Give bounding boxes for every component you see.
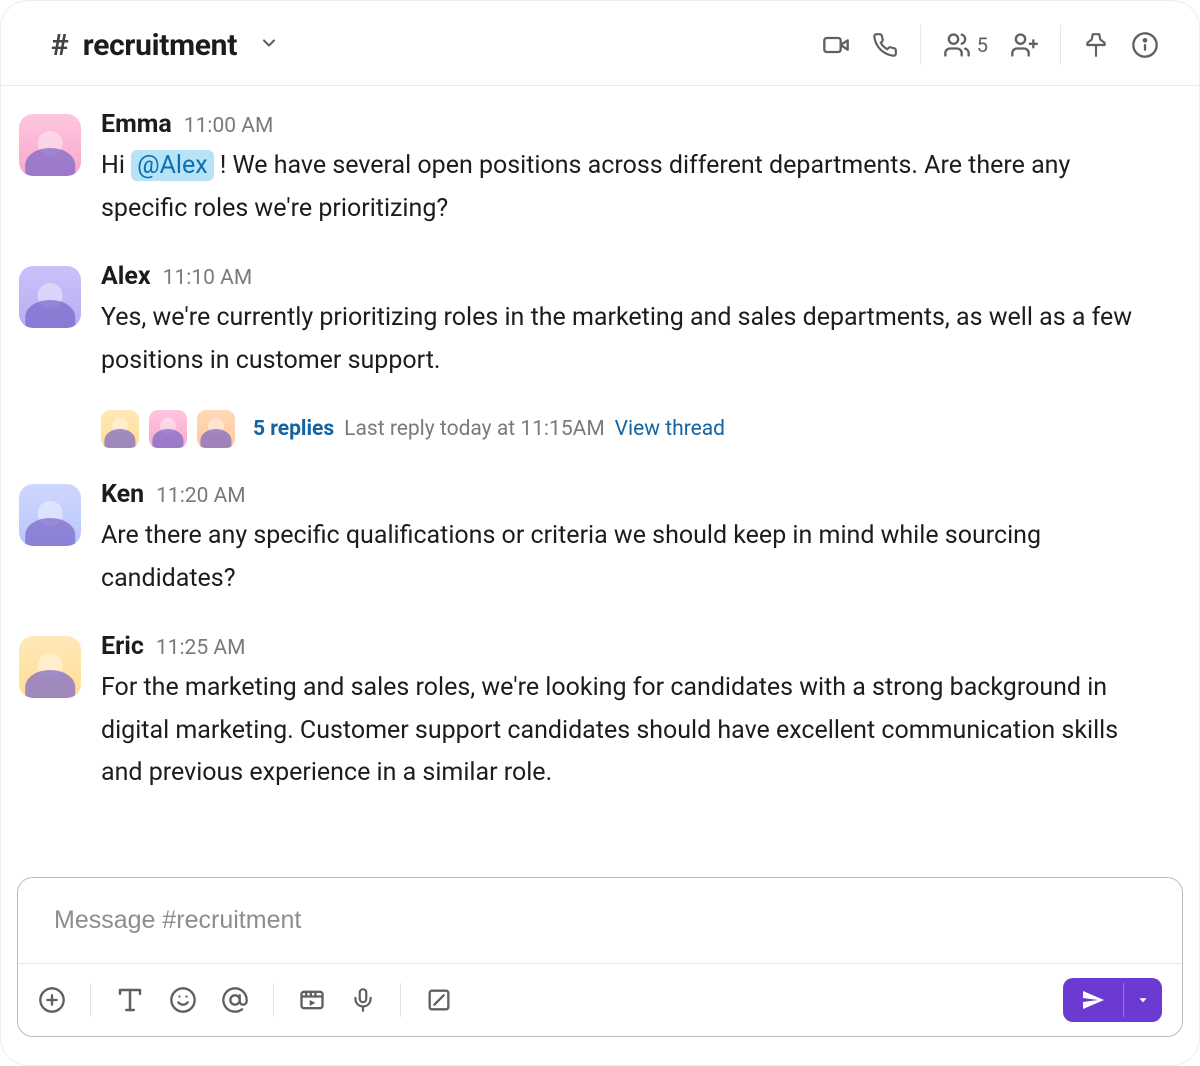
thread-avatar [101,410,139,448]
add-user-icon[interactable] [1010,31,1038,59]
send-button[interactable] [1063,978,1162,1022]
separator [400,983,401,1017]
shortcuts-icon[interactable] [425,986,453,1014]
mention[interactable]: @Alex [131,150,214,181]
message-list: Emma 11:00 AM Hi @Alex ! We have several… [1,86,1199,877]
info-icon[interactable] [1131,31,1159,59]
members-count[interactable]: 5 [943,31,988,59]
separator [273,983,274,1017]
message: Alex 11:10 AM Yes, we're currently prior… [19,248,1159,466]
composer-toolbar [18,963,1182,1036]
chevron-down-icon [259,33,279,57]
message: Ken 11:20 AM Are there any specific qual… [19,466,1159,618]
separator [90,983,91,1017]
timestamp: 11:20 AM [156,484,246,508]
text-segment: ! We have several open positions across … [101,151,1070,223]
emoji-icon[interactable] [169,986,197,1014]
timestamp: 11:25 AM [156,636,246,660]
channel-header: # recruitment 5 [1,1,1199,86]
author[interactable]: Emma [101,110,172,139]
message-body: Emma 11:00 AM Hi @Alex ! We have several… [101,110,1159,230]
thread-last-reply: Last reply today at 11:15AM [344,417,604,441]
thread-avatar [149,410,187,448]
microphone-icon[interactable] [350,987,376,1013]
composer-area [1,877,1199,1065]
message-input[interactable] [18,878,1182,963]
channel-title[interactable]: # recruitment [51,28,279,63]
message-text: Are there any specific qualifications or… [101,515,1159,600]
separator [920,25,921,65]
message-text: Hi @Alex ! We have several open position… [101,145,1159,230]
author[interactable]: Eric [101,632,144,661]
chat-app: # recruitment 5 [1,1,1199,1065]
video-call-icon[interactable] [822,31,850,59]
view-thread-link[interactable]: View thread [615,417,725,441]
thread-replies-count: 5 replies [253,417,334,441]
message-text: Yes, we're currently prioritizing roles … [101,297,1159,382]
formatting-icon[interactable] [115,985,145,1015]
header-actions: 5 [822,25,1159,65]
attach-icon[interactable] [38,986,66,1014]
message: Emma 11:00 AM Hi @Alex ! We have several… [19,96,1159,248]
pin-icon[interactable] [1083,32,1109,58]
send-icon[interactable] [1063,978,1123,1022]
thread-avatar [197,410,235,448]
avatar[interactable] [19,636,81,698]
message: Eric 11:25 AM For the marketing and sale… [19,618,1159,813]
message-text: For the marketing and sales roles, we're… [101,667,1159,795]
avatar[interactable] [19,484,81,546]
separator [1060,25,1061,65]
thread-summary[interactable]: 5 replies Last reply today at 11:15AM Vi… [101,410,1159,448]
send-options-icon[interactable] [1123,983,1162,1017]
author[interactable]: Ken [101,480,144,509]
video-clip-icon[interactable] [298,986,326,1014]
message-body: Eric 11:25 AM For the marketing and sale… [101,632,1159,795]
timestamp: 11:10 AM [163,266,253,290]
timestamp: 11:00 AM [184,114,274,138]
avatar[interactable] [19,266,81,328]
message-body: Alex 11:10 AM Yes, we're currently prior… [101,262,1159,448]
mention-icon[interactable] [221,986,249,1014]
members-count-value: 5 [977,33,988,57]
avatar[interactable] [19,114,81,176]
hash-icon: # [51,28,69,63]
text-segment: Hi [101,151,131,180]
channel-name: recruitment [83,28,237,63]
author[interactable]: Alex [101,262,151,291]
phone-call-icon[interactable] [872,32,898,58]
people-icon [943,31,971,59]
composer [17,877,1183,1037]
message-body: Ken 11:20 AM Are there any specific qual… [101,480,1159,600]
